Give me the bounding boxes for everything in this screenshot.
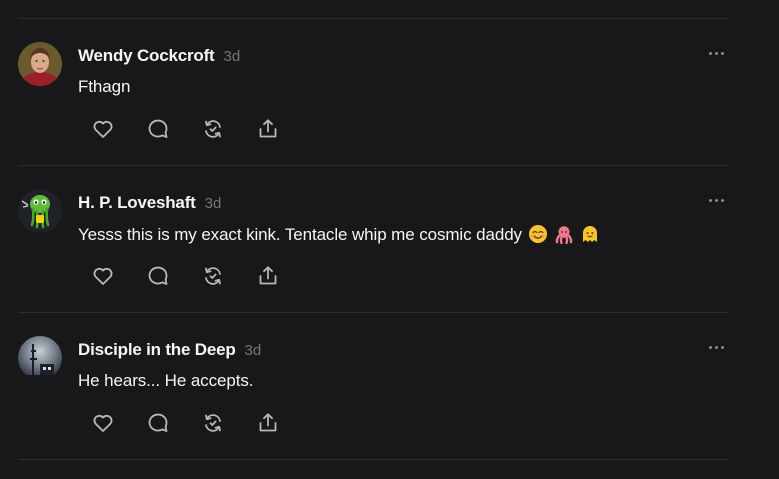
smiling-face-emoji-icon <box>528 224 548 249</box>
comment-icon <box>148 119 168 138</box>
author-name[interactable]: Disciple in the Deep <box>78 340 236 359</box>
avatar[interactable] <box>18 189 62 233</box>
heart-icon <box>93 120 113 138</box>
post: H. P. Loveshaft 3d Yesss this is my exact… <box>0 165 779 311</box>
post: Wendy Cockcroft 3d Fthagn <box>0 18 779 164</box>
comment-icon <box>148 266 168 285</box>
heart-icon <box>93 414 113 432</box>
share-icon <box>259 413 277 432</box>
reply-feed: Wendy Cockcroft 3d Fthagn H. P. Loveshaf… <box>0 0 779 479</box>
repost-button[interactable] <box>198 114 228 144</box>
avatar[interactable] <box>18 336 62 380</box>
reply-button[interactable] <box>143 114 173 144</box>
avatar[interactable] <box>18 42 62 86</box>
post-text: Yesss this is my exact kink. Tentacle wh… <box>78 225 522 244</box>
post-time[interactable]: 3d <box>205 195 222 212</box>
post: Disciple in the Deep 3d He hears... He ac… <box>0 312 779 458</box>
post-text: He hears... He accepts. <box>78 371 254 390</box>
author-name[interactable]: Wendy Cockcroft <box>78 46 215 65</box>
share-icon <box>259 119 277 138</box>
octopus-emoji-icon <box>554 224 574 249</box>
repost-button[interactable] <box>198 261 228 291</box>
post-meta: H. P. Loveshaft 3d <box>78 193 221 215</box>
post-text-row: Yesss this is my exact kink. Tentacle wh… <box>78 224 600 249</box>
ghost-emoji-icon <box>580 224 600 249</box>
heart-icon <box>93 267 113 285</box>
post-meta: Wendy Cockcroft 3d <box>78 46 240 68</box>
share-button[interactable] <box>253 408 283 438</box>
repost-icon <box>205 120 221 138</box>
repost-icon <box>205 267 221 285</box>
divider <box>18 459 728 460</box>
post-time[interactable]: 3d <box>224 48 241 65</box>
post-text: Fthagn <box>78 77 131 96</box>
like-button[interactable] <box>88 261 118 291</box>
reply-button[interactable] <box>143 408 173 438</box>
post-time[interactable]: 3d <box>245 342 262 359</box>
post-meta: Disciple in the Deep 3d <box>78 340 261 362</box>
share-button[interactable] <box>253 261 283 291</box>
like-button[interactable] <box>88 408 118 438</box>
repost-icon <box>205 414 221 432</box>
more-options-icon[interactable] <box>704 46 728 60</box>
author-name[interactable]: H. P. Loveshaft <box>78 193 196 212</box>
comment-icon <box>148 413 168 432</box>
more-options-icon[interactable] <box>704 193 728 207</box>
share-icon <box>259 266 277 285</box>
repost-button[interactable] <box>198 408 228 438</box>
reply-button[interactable] <box>143 261 173 291</box>
more-options-icon[interactable] <box>704 340 728 354</box>
share-button[interactable] <box>253 114 283 144</box>
like-button[interactable] <box>88 114 118 144</box>
